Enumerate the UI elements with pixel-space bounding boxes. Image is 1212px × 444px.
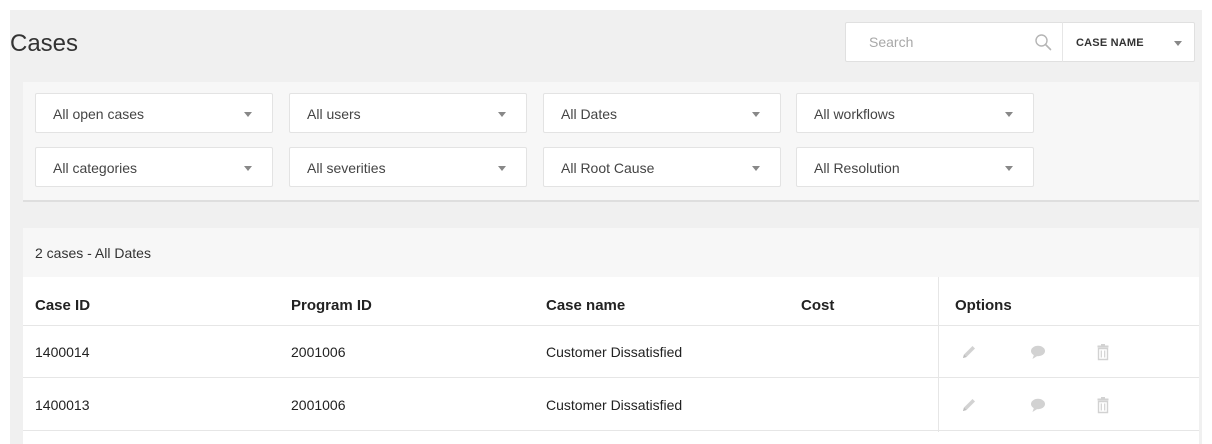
pencil-icon[interactable]: [959, 342, 979, 362]
trash-icon[interactable]: [1093, 395, 1113, 415]
chevron-down-icon: [1174, 41, 1182, 46]
chevron-down-icon: [498, 112, 506, 117]
chevron-down-icon: [1005, 166, 1013, 171]
page-header: Cases CASE NAME: [10, 10, 1202, 76]
table-row[interactable]: 1400014 2001006 Customer Dissatisfied: [23, 326, 1199, 378]
column-header-options: Options: [955, 297, 1012, 314]
column-header-case-name[interactable]: Case name: [546, 297, 625, 314]
table-header-row: Case ID Program ID Case name Cost Option…: [23, 277, 1199, 326]
program-id-cell: 2001006: [291, 344, 346, 360]
chevron-down-icon: [1005, 112, 1013, 117]
filter-label: All Dates: [561, 106, 618, 122]
filter-label: All open cases: [53, 106, 145, 122]
filter-status-dropdown[interactable]: All open cases: [35, 93, 273, 133]
search-field-label: CASE NAME: [1076, 37, 1144, 49]
comment-icon[interactable]: [1028, 342, 1048, 362]
filter-resolution-dropdown[interactable]: All Resolution: [796, 147, 1034, 187]
cases-page: Cases CASE NAME All open cases All users…: [10, 10, 1202, 444]
search-input[interactable]: [846, 23, 1026, 61]
filter-dates-dropdown[interactable]: All Dates: [543, 93, 781, 133]
filter-label: All severities: [307, 160, 386, 176]
column-header-program-id[interactable]: Program ID: [291, 297, 372, 314]
page-title: Cases: [10, 30, 79, 57]
filter-label: All Root Cause: [561, 160, 655, 176]
chevron-down-icon: [244, 112, 252, 117]
filter-label: All workflows: [814, 106, 895, 122]
filter-label: All users: [307, 106, 361, 122]
chevron-down-icon: [244, 166, 252, 171]
case-id-cell[interactable]: 1400014: [35, 344, 90, 360]
table-row[interactable]: 1400013 2001006 Customer Dissatisfied: [23, 379, 1199, 431]
filter-panel: All open cases All users All Dates All w…: [23, 82, 1199, 202]
filter-users-dropdown[interactable]: All users: [289, 93, 527, 133]
search-field-dropdown[interactable]: CASE NAME: [1062, 22, 1195, 62]
case-id-cell[interactable]: 1400013: [35, 397, 90, 413]
comment-icon[interactable]: [1028, 395, 1048, 415]
trash-icon[interactable]: [1093, 342, 1113, 362]
pencil-icon[interactable]: [959, 395, 979, 415]
column-header-case-id[interactable]: Case ID: [35, 297, 90, 314]
case-name-cell[interactable]: Customer Dissatisfied: [546, 397, 682, 413]
chevron-down-icon: [498, 166, 506, 171]
program-id-cell: 2001006: [291, 397, 346, 413]
case-name-cell[interactable]: Customer Dissatisfied: [546, 344, 682, 360]
filter-severities-dropdown[interactable]: All severities: [289, 147, 527, 187]
column-header-cost[interactable]: Cost: [801, 297, 834, 314]
filter-label: All categories: [53, 160, 138, 176]
search-icon[interactable]: [1034, 33, 1052, 51]
filter-root-cause-dropdown[interactable]: All Root Cause: [543, 147, 781, 187]
chevron-down-icon: [752, 112, 760, 117]
cases-table: Case ID Program ID Case name Cost Option…: [23, 277, 1199, 444]
filter-categories-dropdown[interactable]: All categories: [35, 147, 273, 187]
results-panel: 2 cases - All Dates Case ID Program ID C…: [23, 228, 1199, 444]
results-summary: 2 cases - All Dates: [35, 245, 151, 261]
search-box[interactable]: [845, 22, 1063, 62]
filter-label: All Resolution: [814, 160, 900, 176]
chevron-down-icon: [752, 166, 760, 171]
filter-workflows-dropdown[interactable]: All workflows: [796, 93, 1034, 133]
